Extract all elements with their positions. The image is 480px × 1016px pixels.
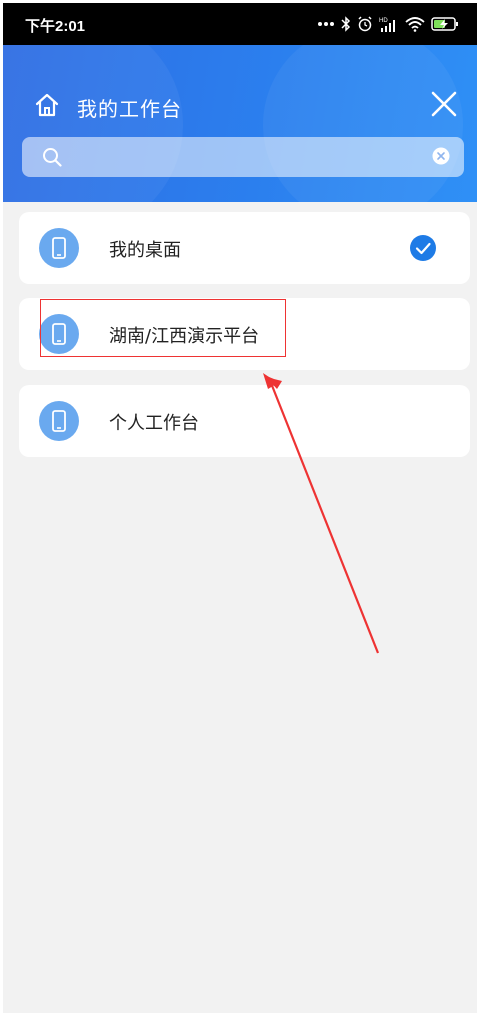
header-decoration bbox=[3, 45, 183, 202]
search-box[interactable] bbox=[22, 137, 464, 177]
status-time: 下午2:01 bbox=[25, 18, 86, 35]
phone-icon bbox=[39, 314, 79, 354]
wifi-icon bbox=[405, 17, 425, 32]
workspace-item-my-desktop[interactable]: 我的桌面 bbox=[19, 212, 470, 284]
header-decoration bbox=[263, 45, 463, 202]
selected-check-icon bbox=[410, 235, 436, 261]
workspace-item-label: 湖南/江西演示平台 bbox=[109, 326, 260, 347]
header: 我的工作台 bbox=[3, 45, 477, 202]
battery-charging-icon bbox=[431, 17, 458, 31]
search-input[interactable] bbox=[74, 143, 414, 171]
app-frame: 下午2:01 HD 我的工作台 我的桌面 湖南/江西演示平台 个人工作台 bbox=[3, 3, 477, 1013]
workspace-item-label: 个人工作台 bbox=[109, 413, 199, 434]
workspace-item-hunan-jiangxi[interactable]: 湖南/江西演示平台 bbox=[19, 298, 470, 370]
workspace-item-personal[interactable]: 个人工作台 bbox=[19, 385, 470, 457]
alarm-icon bbox=[358, 16, 372, 32]
bluetooth-icon bbox=[341, 16, 351, 32]
phone-icon bbox=[39, 401, 79, 441]
status-bar: 下午2:01 HD bbox=[3, 3, 477, 45]
close-icon[interactable] bbox=[429, 89, 459, 119]
clear-search-icon[interactable] bbox=[432, 147, 450, 165]
svg-text:HD: HD bbox=[379, 18, 388, 24]
phone-icon bbox=[39, 228, 79, 268]
home-icon[interactable] bbox=[33, 91, 61, 119]
page-title: 我的工作台 bbox=[77, 97, 182, 121]
search-icon bbox=[43, 148, 62, 167]
workspace-item-label: 我的桌面 bbox=[109, 240, 181, 261]
more-dots-icon bbox=[318, 22, 334, 26]
status-icons: HD bbox=[317, 14, 459, 34]
signal-hd-icon: HD bbox=[379, 18, 395, 32]
